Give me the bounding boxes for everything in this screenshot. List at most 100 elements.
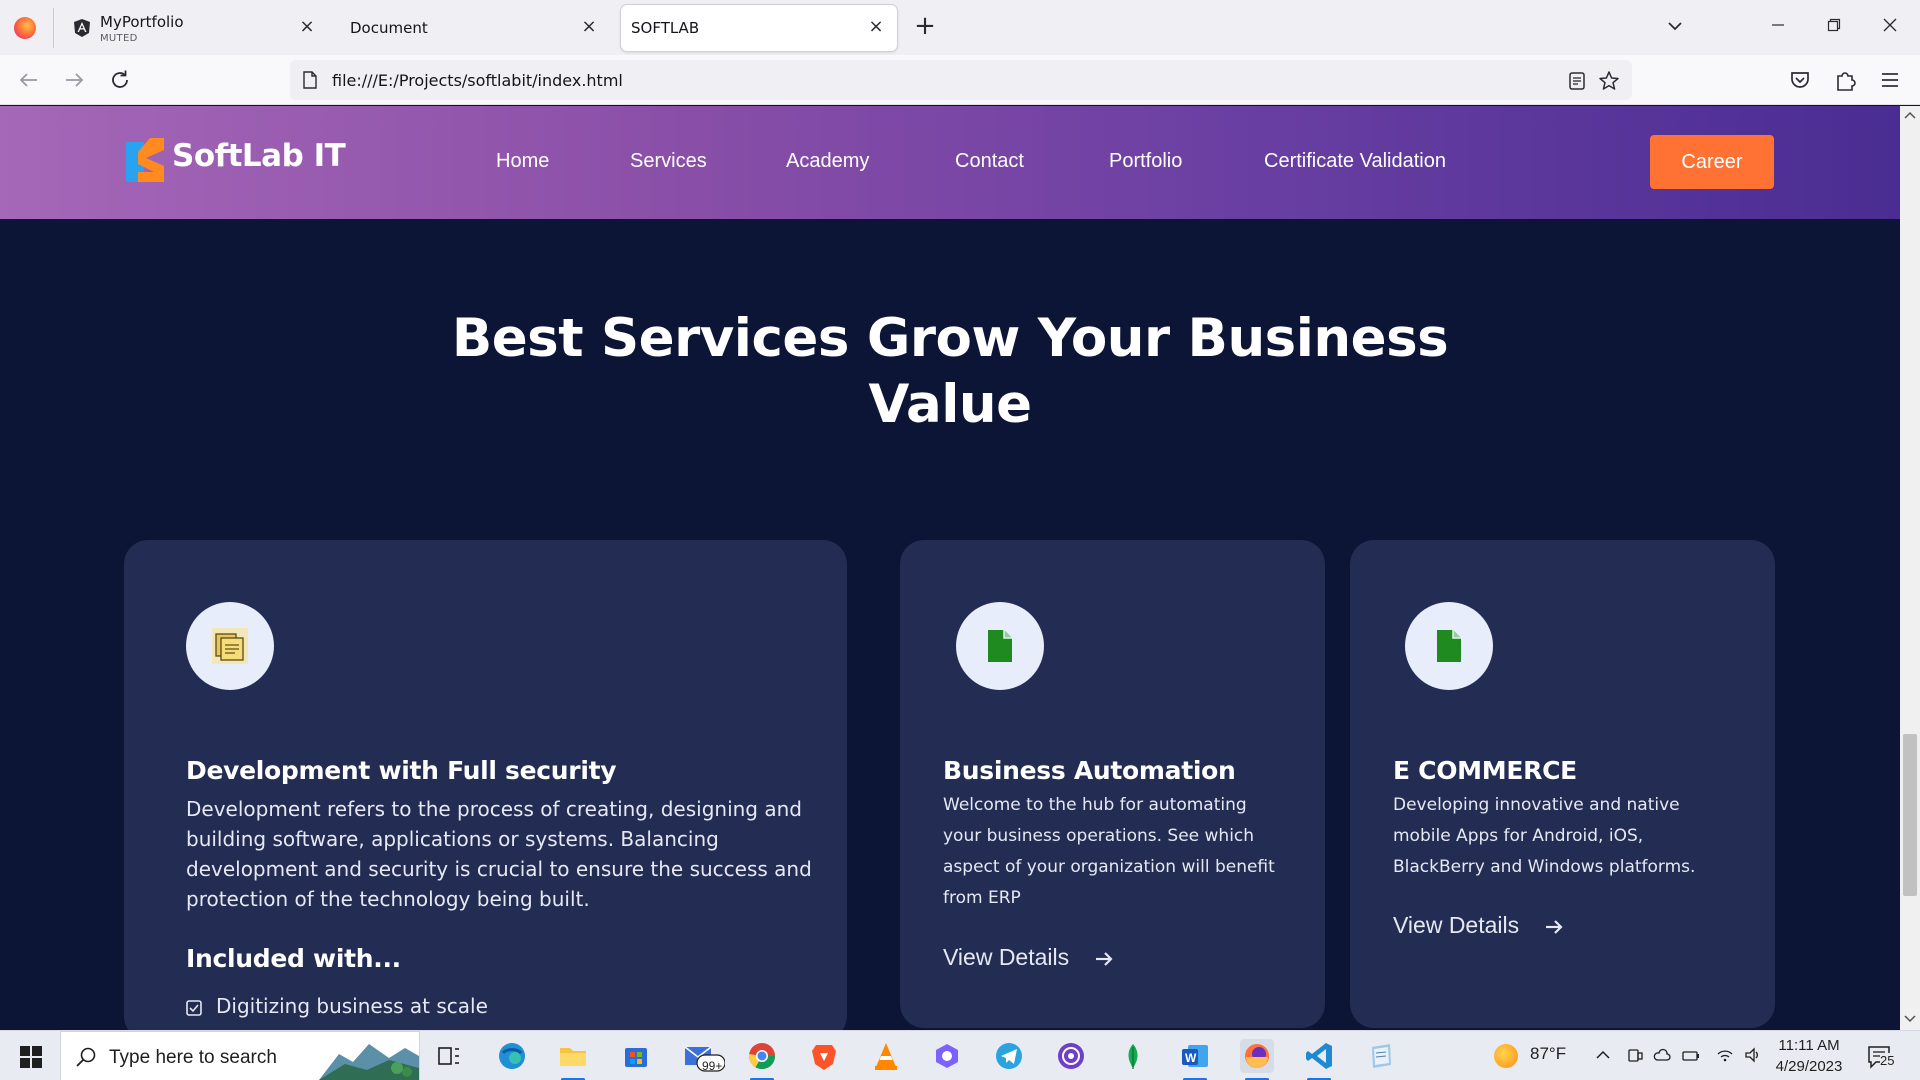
volume-icon[interactable] xyxy=(1744,1046,1762,1064)
clock-time: 11:11 AM xyxy=(1778,1037,1840,1054)
edge-browser-icon[interactable] xyxy=(495,1039,529,1073)
weather-sun-icon[interactable] xyxy=(1494,1044,1518,1068)
telegram-icon[interactable] xyxy=(992,1039,1026,1073)
service-card-ecommerce: E COMMERCE Developing innovative and nat… xyxy=(1350,540,1775,1028)
copilot-app-icon[interactable] xyxy=(930,1039,964,1073)
folder-documents-icon xyxy=(212,628,248,664)
extensions-puzzle-icon[interactable] xyxy=(1832,67,1858,93)
new-tab-button[interactable]: + xyxy=(912,12,938,42)
microsoft-store-icon[interactable] xyxy=(619,1039,653,1073)
firefox-taskbar-icon[interactable] xyxy=(1240,1039,1274,1080)
wifi-icon[interactable] xyxy=(1716,1046,1734,1064)
service-card-business-automation: Business Automation Welcome to the hub f… xyxy=(900,540,1325,1028)
weather-temperature[interactable]: 87°F xyxy=(1530,1044,1566,1064)
mail-badge: 99+ xyxy=(702,1059,723,1073)
device-meet-icon[interactable] xyxy=(1626,1046,1644,1064)
card-description: Development refers to the process of cre… xyxy=(186,797,812,911)
notification-count: 25 xyxy=(1880,1053,1895,1068)
clock-date: 4/29/2023 xyxy=(1775,1058,1843,1075)
browser-tab-strip: MyPortfolio MUTED × Document × SOFTLAB ×… xyxy=(0,0,1920,55)
file-explorer-icon[interactable] xyxy=(556,1039,590,1080)
forward-arrow-icon[interactable] xyxy=(61,67,87,93)
task-view-icon[interactable] xyxy=(432,1039,466,1073)
url-text[interactable]: file:///E:/Projects/softlabit/index.html xyxy=(332,71,623,90)
angular-icon xyxy=(74,19,90,37)
included-heading: Included with... xyxy=(186,944,401,973)
view-details-link[interactable]: View Details xyxy=(943,944,1069,971)
arrow-right-icon[interactable] xyxy=(1544,918,1564,936)
list-all-tabs-icon[interactable] xyxy=(1664,15,1686,37)
nav-link-academy[interactable]: Academy xyxy=(786,150,869,173)
firefox-menu-icon[interactable] xyxy=(14,17,36,39)
card-title: E COMMERCE xyxy=(1393,756,1577,785)
nav-link-contact[interactable]: Contact xyxy=(955,150,1024,173)
card-icon-circle xyxy=(1405,602,1493,690)
softlab-logo-icon[interactable] xyxy=(124,136,168,186)
mongodb-compass-icon[interactable] xyxy=(1116,1039,1150,1073)
tab-myportfolio[interactable]: MyPortfolio MUTED × xyxy=(58,5,328,51)
card-icon-circle xyxy=(956,602,1044,690)
card-description: Developing innovative and native mobile … xyxy=(1393,795,1696,877)
vscode-icon[interactable] xyxy=(1302,1039,1336,1080)
close-icon xyxy=(1883,18,1897,32)
tab-title: SOFTLAB xyxy=(631,19,700,37)
github-desktop-icon[interactable] xyxy=(1054,1039,1088,1073)
hamburger-menu-icon[interactable] xyxy=(1877,67,1903,93)
tab-title: MyPortfolio xyxy=(100,13,184,31)
nav-link-services[interactable]: Services xyxy=(630,150,707,173)
page-icon xyxy=(303,71,317,89)
reload-icon[interactable] xyxy=(107,67,133,93)
taskbar-search-box[interactable]: Type here to search xyxy=(60,1031,420,1080)
tab-softlab[interactable]: SOFTLAB × xyxy=(621,5,897,51)
arrow-right-icon[interactable] xyxy=(1094,950,1114,968)
pocket-icon[interactable] xyxy=(1787,67,1813,93)
site-logo-text[interactable]: SoftLab IT xyxy=(172,138,346,174)
windows-taskbar: Type here to search 99+ W 87°F 11:11 AM … xyxy=(0,1030,1920,1080)
view-details-link[interactable]: View Details xyxy=(1393,912,1519,939)
nav-link-home[interactable]: Home xyxy=(496,150,549,173)
minimize-window-button[interactable] xyxy=(1758,10,1798,44)
address-bar[interactable]: file:///E:/Projects/softlabit/index.html xyxy=(290,60,1632,100)
tab-divider xyxy=(53,8,54,48)
clock[interactable]: 11:11 AM 4/29/2023 xyxy=(1774,1035,1844,1077)
close-tab-icon[interactable]: × xyxy=(867,18,885,36)
nav-link-certificate-validation[interactable]: Certificate Validation xyxy=(1264,150,1446,173)
brave-browser-icon[interactable] xyxy=(807,1039,841,1073)
onedrive-cloud-icon[interactable] xyxy=(1653,1046,1671,1064)
close-tab-icon[interactable]: × xyxy=(298,18,316,36)
vlc-icon[interactable] xyxy=(869,1039,903,1073)
section-heading: Best Services Grow Your Business Value xyxy=(451,308,1449,435)
bookmark-star-icon[interactable] xyxy=(1598,70,1620,92)
chevron-up-icon[interactable] xyxy=(1594,1046,1612,1064)
career-button[interactable]: Career xyxy=(1650,135,1774,189)
search-highlight-image xyxy=(319,1044,419,1080)
page-scrollbar[interactable] xyxy=(1900,106,1920,1030)
included-list-item: Digitizing business at scale xyxy=(216,994,488,1018)
chrome-icon[interactable] xyxy=(745,1039,779,1080)
nav-link-portfolio[interactable]: Portfolio xyxy=(1109,150,1182,173)
restore-window-button[interactable] xyxy=(1814,10,1854,44)
battery-icon[interactable] xyxy=(1682,1046,1700,1064)
minimize-icon xyxy=(1772,24,1784,26)
mail-icon[interactable]: 99+ xyxy=(681,1039,726,1073)
scrollbar-thumb[interactable] xyxy=(1903,734,1917,896)
microsoft-word-icon[interactable]: W xyxy=(1178,1039,1212,1080)
browser-navigation-bar: file:///E:/Projects/softlabit/index.html xyxy=(0,55,1920,105)
card-description: Welcome to the hub for automating your b… xyxy=(943,795,1275,908)
card-title: Business Automation xyxy=(943,756,1236,785)
scroll-up-arrow-icon[interactable] xyxy=(1904,110,1916,120)
search-placeholder: Type here to search xyxy=(109,1047,277,1068)
back-arrow-icon[interactable] xyxy=(16,67,42,93)
tab-document[interactable]: Document × xyxy=(336,5,610,51)
reader-view-icon[interactable] xyxy=(1566,70,1588,92)
document-icon xyxy=(1437,630,1461,662)
close-tab-icon[interactable]: × xyxy=(580,18,598,36)
scroll-down-arrow-icon[interactable] xyxy=(1904,1014,1916,1024)
windows-start-icon[interactable] xyxy=(20,1046,42,1068)
restore-icon xyxy=(1827,18,1841,32)
document-icon xyxy=(988,630,1012,662)
close-window-button[interactable] xyxy=(1870,10,1910,44)
card-title: Development with Full security xyxy=(186,756,617,785)
notepad-icon[interactable] xyxy=(1364,1039,1398,1073)
card-icon-circle xyxy=(186,602,274,690)
